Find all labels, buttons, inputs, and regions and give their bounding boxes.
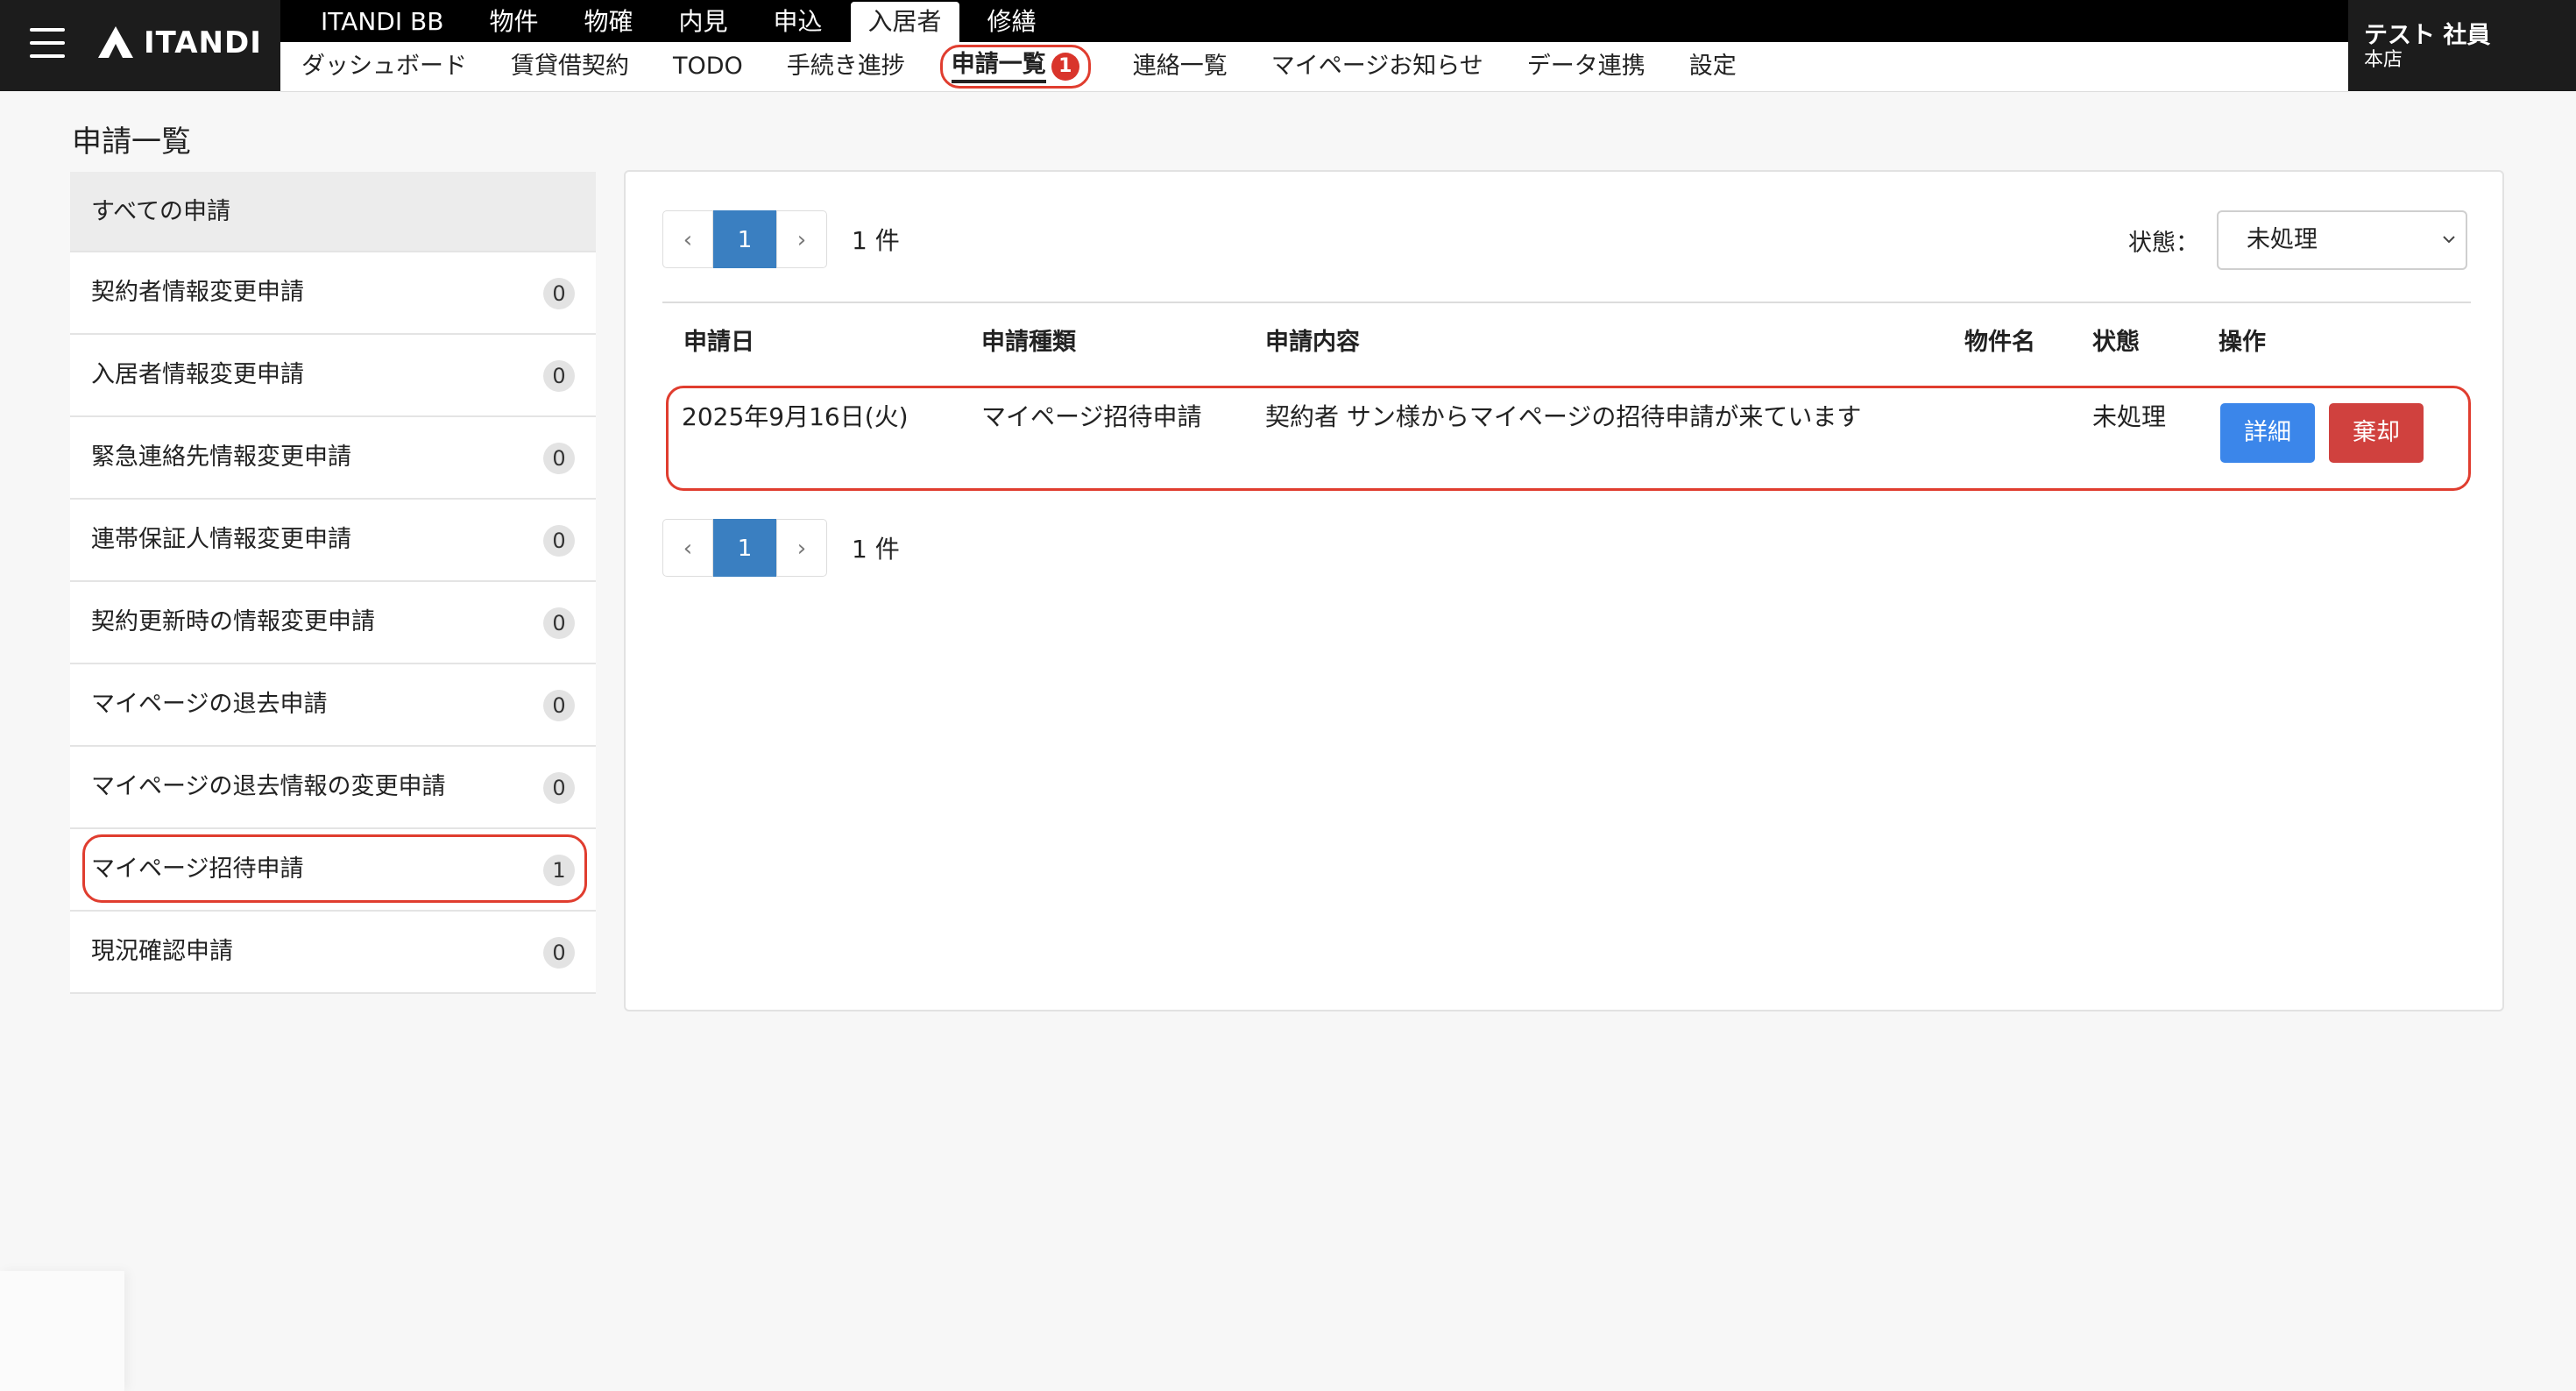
result-count: 1 件: [852, 535, 900, 564]
top-bar: ITANDI ITANDI BB 物件 物確 内見 申込 入居者 修繕 ダッシュ…: [0, 0, 2576, 92]
itandi-logo[interactable]: ITANDI: [96, 25, 262, 61]
count-badge: 0: [543, 443, 575, 474]
pagination-top: ‹ 1 › 1 件: [662, 210, 900, 268]
current-page-button[interactable]: 1: [713, 519, 776, 577]
count-badge: 0: [543, 690, 575, 721]
count-badge: 0: [543, 360, 575, 392]
cell-status: 未処理: [2092, 402, 2167, 431]
count-badge: 0: [543, 937, 575, 969]
user-branch: 本店: [2364, 49, 2403, 71]
hamburger-menu-icon[interactable]: [30, 28, 65, 58]
sub-nav: ダッシュボード 賃貸借契約 TODO 手続き進捗 申請一覧 1 連絡一覧 マイペ…: [280, 42, 2348, 92]
application-type-sidebar: すべての申請 契約者情報変更申請 0 入居者情報変更申請 0 緊急連絡先情報変更…: [70, 172, 596, 994]
main-nav-application[interactable]: 申込: [755, 2, 839, 42]
table-header: 申請日 申請種類 申請内容 物件名 状態 操作: [662, 302, 2471, 382]
sub-nav-label: 設定: [1688, 53, 1737, 80]
sidebar-item-move-out-change[interactable]: マイページの退去情報の変更申請 0: [70, 747, 596, 829]
status-select[interactable]: 未処理: [2217, 210, 2467, 270]
detail-button[interactable]: 詳細: [2220, 403, 2315, 463]
sidebar-item-renewal-change[interactable]: 契約更新時の情報変更申請 0: [70, 582, 596, 664]
application-table: 申請日 申請種類 申請内容 物件名 状態 操作 2025年9月16日(火) マイ…: [662, 302, 2471, 491]
main-nav-viewing[interactable]: 内見: [661, 2, 745, 42]
result-count: 1 件: [852, 226, 900, 255]
sub-nav-label: データ連携: [1526, 53, 1645, 80]
main-nav-itandi-bb[interactable]: ITANDI BB: [303, 2, 461, 42]
sub-nav-label: TODO: [673, 53, 743, 80]
next-page-button[interactable]: ›: [776, 519, 827, 577]
sidebar-item-contractor-change[interactable]: 契約者情報変更申請 0: [70, 252, 596, 335]
sidebar-item-label: すべての申請: [91, 198, 231, 225]
main-nav-property-check[interactable]: 物確: [566, 2, 650, 42]
sub-nav-lease-contract[interactable]: 賃貸借契約: [511, 42, 629, 91]
main-nav-resident[interactable]: 入居者: [850, 2, 959, 42]
sidebar-item-emergency-contact-change[interactable]: 緊急連絡先情報変更申請 0: [70, 417, 596, 500]
column-header-status: 状態: [2092, 329, 2140, 356]
page-title: 申請一覧: [72, 124, 191, 160]
column-header-type: 申請種類: [981, 329, 1076, 356]
column-header-content: 申請内容: [1265, 329, 1360, 356]
main-nav-property[interactable]: 物件: [471, 2, 556, 42]
sidebar-item-resident-change[interactable]: 入居者情報変更申請 0: [70, 335, 596, 417]
sub-nav-label: 賃貸借契約: [511, 53, 629, 80]
count-badge: 1: [543, 855, 575, 886]
prev-page-button[interactable]: ‹: [662, 519, 713, 577]
status-filter-label: 状態：: [2128, 229, 2199, 257]
sub-nav-label: 手続き進捗: [786, 53, 905, 80]
prev-page-button[interactable]: ‹: [662, 210, 713, 268]
brand-area: ITANDI: [0, 0, 280, 91]
itandi-logo-mark-icon: [98, 26, 133, 58]
sidebar-item-label: マイページの退去申請: [91, 691, 328, 718]
table-row[interactable]: 2025年9月16日(火) マイページ招待申請 契約者 サン様からマイページの招…: [662, 382, 2471, 491]
sub-nav-data-integration[interactable]: データ連携: [1527, 42, 1645, 91]
status-filter: 状態： 未処理: [2128, 210, 2467, 270]
column-header-actions: 操作: [2219, 329, 2266, 356]
sidebar-item-status-check[interactable]: 現況確認申請 0: [70, 912, 596, 994]
main-nav-repair[interactable]: 修繕: [970, 2, 1054, 42]
sidebar-item-mypage-invite[interactable]: マイページ招待申請 1: [70, 829, 596, 912]
column-header-date: 申請日: [683, 329, 754, 356]
pagination-bottom: ‹ 1 › 1 件: [662, 519, 900, 577]
chevron-down-icon: [2443, 236, 2455, 244]
sub-nav-contact-list[interactable]: 連絡一覧: [1133, 42, 1228, 91]
reject-button[interactable]: 棄却: [2329, 403, 2424, 463]
sidebar-item-label: マイページ招待申請: [91, 855, 304, 883]
count-badge: 0: [543, 772, 575, 804]
main-nav: ITANDI BB 物件 物確 内見 申込 入居者 修繕: [280, 0, 2348, 42]
sidebar-item-move-out[interactable]: マイページの退去申請 0: [70, 664, 596, 747]
next-page-button[interactable]: ›: [776, 210, 827, 268]
sub-nav-application-list[interactable]: 申請一覧 1: [939, 45, 1091, 89]
sub-nav-procedure-progress[interactable]: 手続き進捗: [787, 42, 905, 91]
column-header-property: 物件名: [1964, 329, 2035, 356]
sidebar-item-label: 連帯保証人情報変更申請: [91, 526, 351, 553]
sidebar-item-all[interactable]: すべての申請: [70, 172, 596, 252]
sidebar-item-label: 契約者情報変更申請: [91, 279, 304, 306]
status-select-value: 未処理: [2247, 226, 2318, 253]
cell-type: マイページ招待申請: [981, 402, 1202, 431]
sidebar-item-label: 入居者情報変更申請: [91, 361, 304, 388]
user-menu[interactable]: テスト 社員 本店: [2348, 0, 2576, 91]
count-badge: 0: [543, 607, 575, 639]
sidebar-item-label: 契約更新時の情報変更申請: [91, 608, 375, 635]
sub-nav-label: ダッシュボード: [301, 53, 467, 80]
count-badge: 0: [543, 525, 575, 557]
sidebar-item-guarantor-change[interactable]: 連帯保証人情報変更申請 0: [70, 500, 596, 582]
current-page-button[interactable]: 1: [713, 210, 776, 268]
cell-content: 契約者 サン様からマイページの招待申請が来ています: [1265, 402, 1862, 431]
sub-nav-mypage-notice[interactable]: マイページお知らせ: [1271, 42, 1483, 91]
sidebar-item-label: 現況確認申請: [91, 938, 233, 965]
notification-badge: 1: [1051, 53, 1079, 81]
sidebar-item-label: マイページの退去情報の変更申請: [91, 773, 446, 800]
sub-nav-dashboard[interactable]: ダッシュボード: [301, 42, 467, 91]
floating-widget-placeholder: [0, 1271, 124, 1391]
sub-nav-settings[interactable]: 設定: [1689, 42, 1737, 91]
logo-text: ITANDI: [144, 25, 262, 60]
sub-nav-todo[interactable]: TODO: [673, 42, 743, 91]
sidebar-item-label: 緊急連絡先情報変更申請: [91, 444, 351, 471]
sub-nav-label: 申請一覧: [951, 50, 1046, 83]
cell-date: 2025年9月16日(火): [682, 402, 909, 431]
sub-nav-label: 連絡一覧: [1132, 53, 1228, 80]
sub-nav-label: マイページお知らせ: [1270, 53, 1483, 80]
count-badge: 0: [543, 278, 575, 309]
application-list-panel: ‹ 1 › 1 件 状態： 未処理 申請日 申請種類 申請内容 物件名 状態 操…: [624, 170, 2504, 1011]
